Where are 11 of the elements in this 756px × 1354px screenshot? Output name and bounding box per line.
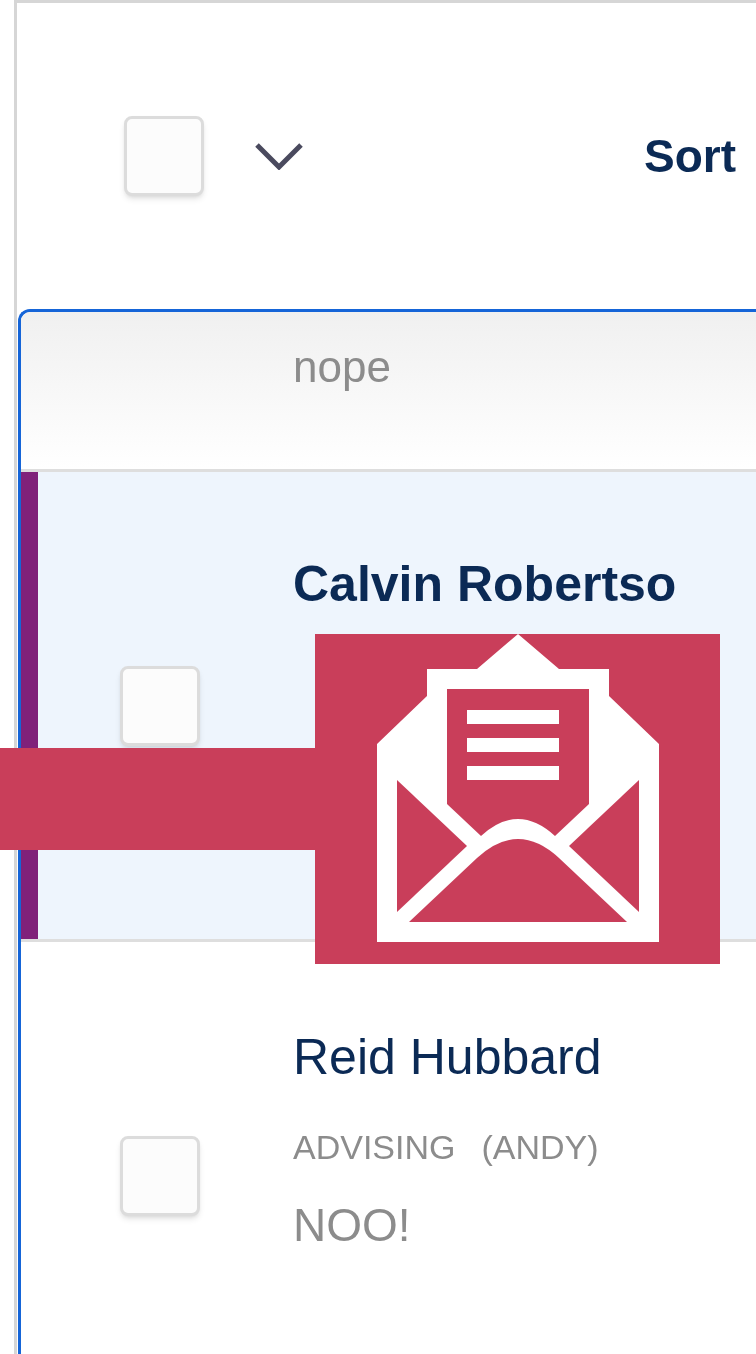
select-all-checkbox[interactable] (124, 116, 204, 196)
message-preview: NOO! (293, 1198, 412, 1253)
chevron-down-icon[interactable] (254, 142, 304, 170)
sender-name: Reid Hubbard (293, 1028, 602, 1087)
message-preview: nope (293, 342, 391, 391)
sender-name: Calvin Robertso (293, 555, 677, 614)
assignee-label: (ANDY) (481, 1127, 599, 1167)
category-label: ADVISING (293, 1127, 456, 1167)
row-checkbox[interactable] (120, 1135, 200, 1216)
row-checkbox[interactable] (120, 665, 200, 746)
sort-label[interactable]: Sort (644, 121, 736, 191)
